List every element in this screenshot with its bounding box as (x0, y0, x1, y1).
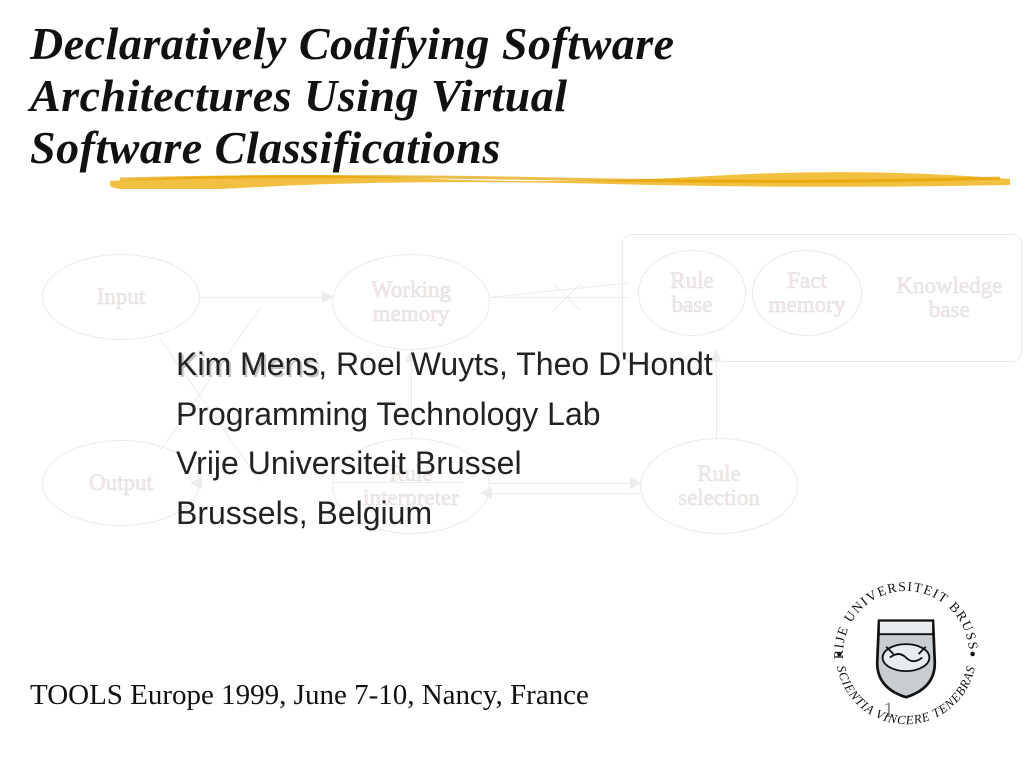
presenter-name: Kim Mens (176, 346, 318, 382)
node-rule-base: Rule base (638, 250, 746, 336)
node-working-memory-label: Working memory (371, 278, 451, 326)
node-input: Input (42, 254, 200, 340)
conference-line: TOOLS Europe 1999, June 7-10, Nancy, Fra… (30, 679, 589, 712)
slide-title: Declaratively Codifying Software Archite… (30, 18, 990, 174)
shield-icon (877, 621, 935, 698)
node-output-label: Output (89, 471, 153, 495)
node-input-label: Input (97, 285, 146, 309)
node-knowledge-base-label: Knowledge base (896, 274, 1002, 322)
affiliation-univ: Vrije Universiteit Brussel (176, 439, 713, 489)
affiliation-city: Brussels, Belgium (176, 489, 713, 539)
authors-block: Kim Mens Kim Mens , Roel Wuyts, Theo D'H… (176, 340, 713, 538)
node-working-memory: Working memory (332, 254, 490, 350)
node-fact-memory: Fact memory (752, 250, 862, 336)
university-seal: VRIJE UNIVERSITEIT BRUSSEL SCIENTIA VINC… (816, 564, 996, 744)
authors-line-1: Kim Mens Kim Mens , Roel Wuyts, Theo D'H… (176, 340, 713, 390)
node-fact-memory-label: Fact memory (769, 269, 846, 317)
presentation-slide: Declaratively Codifying Software Archite… (0, 0, 1024, 768)
coauthors: , Roel Wuyts, Theo D'Hondt (318, 346, 712, 382)
node-rule-base-label: Rule base (670, 269, 713, 317)
affiliation-lab: Programming Technology Lab (176, 390, 713, 440)
